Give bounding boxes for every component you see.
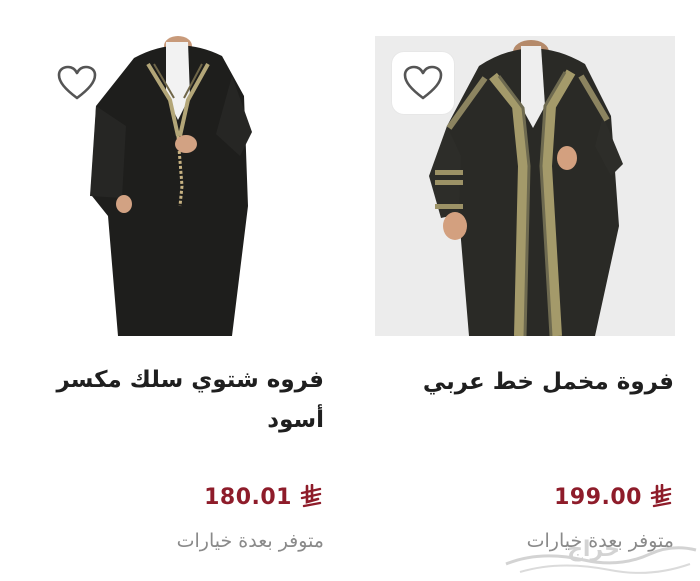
wishlist-button[interactable] (392, 52, 454, 114)
availability-text: متوفر بعدة خيارات (526, 530, 674, 552)
product-grid: فروة مخمل خط عربي 199.00 متوفر بعدة خيار… (0, 0, 700, 581)
price-value: 199.00 (554, 484, 642, 510)
riyal-currency-icon (300, 484, 322, 508)
price-value: 180.01 (204, 484, 292, 510)
heart-icon (57, 65, 97, 100)
product-card[interactable]: فروة مخمل خط عربي 199.00 متوفر بعدة خيار… (360, 0, 700, 581)
wishlist-button[interactable] (46, 52, 108, 114)
heart-icon (403, 65, 443, 100)
availability-text: متوفر بعدة خيارات (176, 530, 324, 552)
product-title[interactable]: فروه شتوي سلك مكسر أسود (24, 360, 324, 440)
riyal-currency-icon (650, 484, 672, 508)
product-card[interactable]: فروه شتوي سلك مكسر أسود 180.01 متوفر بعد… (0, 0, 340, 581)
product-price: 199.00 (554, 484, 674, 510)
product-title[interactable]: فروة مخمل خط عربي (374, 362, 674, 402)
product-price: 180.01 (204, 484, 324, 510)
